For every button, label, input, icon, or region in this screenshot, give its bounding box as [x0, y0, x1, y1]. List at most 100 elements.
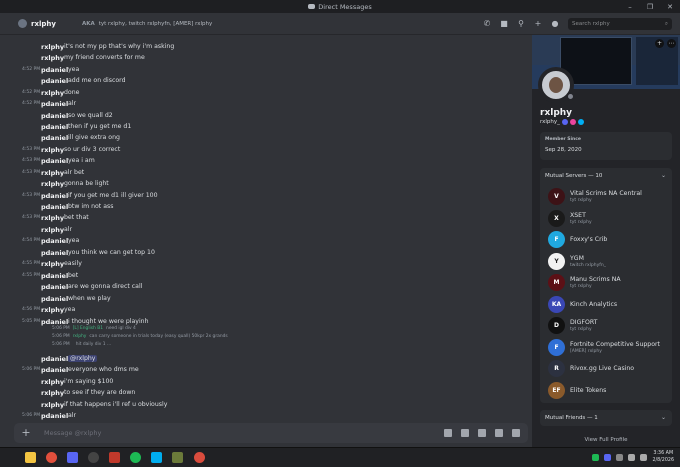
- message-author[interactable]: pdaniel: [41, 412, 68, 420]
- user-avatar[interactable]: [18, 19, 27, 28]
- message-author[interactable]: rxlphy: [41, 43, 64, 51]
- message-author[interactable]: pdaniel: [41, 249, 68, 257]
- message-row[interactable]: 4:56 PM rxlphy yea: [0, 304, 532, 315]
- message-author[interactable]: rxlphy: [41, 169, 64, 177]
- message-row[interactable]: 4:53 PM rxlphy so ur div 3 correct: [0, 144, 532, 155]
- message-row[interactable]: 4:52 PM rxlphy done: [0, 87, 532, 98]
- message-author[interactable]: pdaniel: [41, 192, 68, 200]
- view-full-profile-link[interactable]: View Full Profile: [532, 437, 680, 443]
- call-icon[interactable]: ✆: [483, 20, 491, 28]
- badge-icon[interactable]: [577, 119, 584, 125]
- message-author[interactable]: pdaniel: [41, 203, 68, 211]
- message-row[interactable]: 4:53 PM rxlphy bet that: [0, 212, 532, 223]
- message-author[interactable]: pdaniel: [41, 272, 68, 280]
- message-row[interactable]: pdaniel you think we can get top 10: [0, 247, 532, 258]
- message-row[interactable]: pdaniel are we gonna direct call: [0, 281, 532, 292]
- message-author[interactable]: rxlphy: [41, 306, 64, 314]
- close-button[interactable]: ✕: [660, 0, 680, 13]
- profile-toggle-icon[interactable]: ●: [551, 20, 559, 28]
- message-row[interactable]: pdaniel when we play: [0, 293, 532, 304]
- message-author[interactable]: rxlphy: [41, 214, 64, 222]
- message-row[interactable]: rxlphy if that happens i'll ref u obvious…: [0, 399, 532, 410]
- upload-plus-icon[interactable]: +: [21, 427, 31, 438]
- message-row[interactable]: rxlphy my friend converts for me: [0, 52, 532, 63]
- mutual-server-item[interactable]: F Fortnite Competitive Support [AMER] rxlp…: [548, 338, 668, 357]
- mutual-friends-section[interactable]: Mutual Friends — 1 ⌄: [540, 410, 672, 426]
- message-author[interactable]: pdaniel: [41, 318, 68, 326]
- mutual-server-item[interactable]: D DIGFORT tyt rxlphy: [548, 317, 668, 335]
- spotify-icon[interactable]: [130, 452, 141, 463]
- message-author[interactable]: rxlphy: [41, 226, 64, 234]
- forwarded-message[interactable]: 5:06 PM hit daily div 1 ...: [52, 342, 111, 347]
- message-author[interactable]: pdaniel: [41, 295, 68, 303]
- mutual-server-item[interactable]: F Foxxy's Crib: [548, 231, 668, 249]
- message-row[interactable]: pdaniel then if yu get me d1: [0, 121, 532, 132]
- mutual-server-item[interactable]: M Manu Scrims NA tyt rxlphy: [548, 274, 668, 292]
- volume-icon[interactable]: [640, 453, 648, 461]
- forwarded-message[interactable]: 5:06 PM rxlphy can carry someone in trials…: [52, 334, 228, 339]
- more-icon[interactable]: ⋯: [667, 39, 676, 48]
- message-author[interactable]: pdaniel: [41, 366, 68, 374]
- message-row[interactable]: 4:54 PM pdaniel yea: [0, 235, 532, 246]
- message-row[interactable]: 4:53 PM rxlphy alr bet: [0, 167, 532, 178]
- message-author[interactable]: rxlphy: [41, 146, 64, 154]
- message-author[interactable]: pdaniel: [41, 283, 68, 291]
- message-row[interactable]: pdaniel ill give extra ong: [0, 132, 532, 143]
- search-input[interactable]: Search rxlphy ⌕: [568, 18, 672, 30]
- mutual-server-item[interactable]: Y YGM twitch rxlphyfn_: [548, 252, 668, 271]
- file-explorer-icon[interactable]: [25, 452, 36, 463]
- message-author[interactable]: pdaniel: [41, 100, 68, 108]
- message-row[interactable]: rxlphy it's not my pp that's why i'm aski…: [0, 41, 532, 52]
- reply-author[interactable]: rxlphy: [73, 334, 87, 339]
- app-icon[interactable]: [88, 452, 99, 463]
- message-row[interactable]: 4:55 PM pdaniel bet: [0, 270, 532, 281]
- mutual-server-item[interactable]: EF Elite Tokens: [548, 381, 668, 400]
- dm-username[interactable]: rxlphy: [31, 20, 56, 28]
- message-row[interactable]: 4:53 PM pdaniel if you get me d1 ill giver…: [0, 190, 532, 201]
- message-row[interactable]: 5:06 PM pdaniel alr: [0, 410, 532, 420]
- message-author[interactable]: pdaniel: [41, 237, 68, 245]
- message-author[interactable]: pdaniel: [41, 112, 68, 120]
- emoji-icon[interactable]: [495, 429, 503, 437]
- message-row[interactable]: rxlphy gonna be light: [0, 178, 532, 189]
- message-row[interactable]: pdaniel so we quall d2: [0, 110, 532, 121]
- maximize-button[interactable]: ❐: [640, 0, 660, 13]
- video-call-icon[interactable]: ■: [500, 20, 508, 28]
- message-row[interactable]: pdaniel btw im not ass: [0, 201, 532, 212]
- pin-icon[interactable]: ⚲: [517, 20, 525, 28]
- mutual-server-item[interactable]: R Rivox.gg Live Casino: [548, 360, 668, 378]
- message-author[interactable]: pdaniel: [41, 66, 68, 74]
- message-row[interactable]: 4:52 PM pdaniel alr: [0, 98, 532, 109]
- app-icon[interactable]: [172, 452, 183, 463]
- gif-icon[interactable]: [461, 429, 469, 437]
- message-author[interactable]: rxlphy: [41, 401, 64, 409]
- message-row[interactable]: 4:55 PM rxlphy easily: [0, 258, 532, 269]
- message-author[interactable]: rxlphy: [41, 180, 64, 188]
- message-author[interactable]: pdaniel: [41, 77, 68, 85]
- tray-icon[interactable]: [616, 453, 624, 461]
- message-row[interactable]: 4:52 PM pdaniel yea: [0, 64, 532, 75]
- message-row[interactable]: rxlphy to see if they are down: [0, 387, 532, 398]
- discord-icon[interactable]: [67, 452, 78, 463]
- message-author[interactable]: pdaniel: [41, 157, 68, 165]
- message-author[interactable]: rxlphy: [41, 389, 64, 397]
- badge-icon[interactable]: [561, 119, 568, 125]
- message-row[interactable]: 4:53 PM pdaniel yea i am: [0, 155, 532, 166]
- minimize-button[interactable]: –: [620, 0, 640, 13]
- message-input[interactable]: Message @rxlphy: [44, 429, 101, 437]
- network-icon[interactable]: [628, 453, 636, 461]
- message-composer[interactable]: + Message @rxlphy: [14, 423, 528, 443]
- message-row[interactable]: pdaniel add me on discord: [0, 75, 532, 86]
- app-icon[interactable]: [194, 452, 205, 463]
- tray-icon[interactable]: [592, 453, 600, 461]
- user-mention[interactable]: @rxlphy: [68, 355, 98, 362]
- message-author[interactable]: rxlphy: [41, 89, 64, 97]
- app-icon[interactable]: [109, 452, 120, 463]
- app-icon[interactable]: [151, 452, 162, 463]
- apps-icon[interactable]: [512, 429, 520, 437]
- forwarded-message[interactable]: 5:06 PM [L] English B1 need igl div 4: [52, 326, 136, 331]
- message-list[interactable]: rxlphy it's not my pp that's why i'm aski…: [0, 35, 532, 420]
- tray-icon[interactable]: [604, 453, 612, 461]
- add-friend-icon[interactable]: +: [534, 20, 542, 28]
- chevron-down-icon[interactable]: ⌄: [661, 172, 666, 179]
